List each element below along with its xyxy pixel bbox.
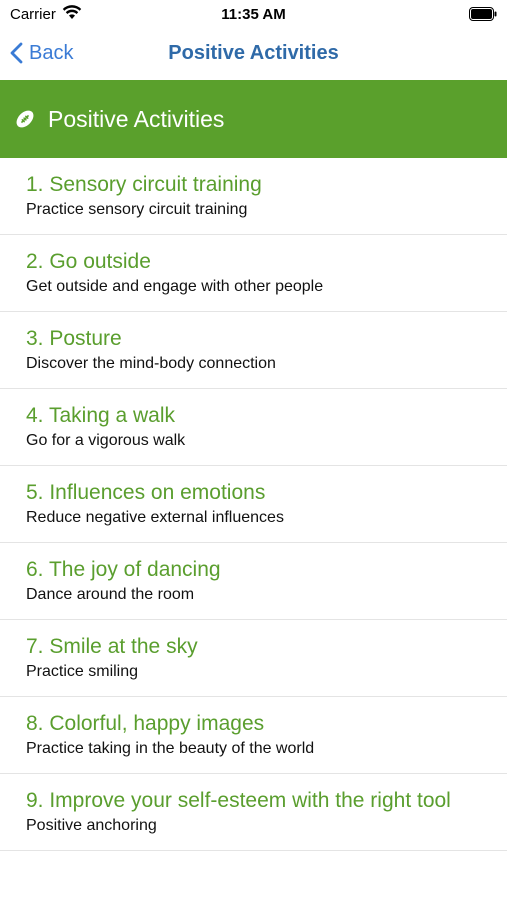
navigation-bar: Back Positive Activities	[0, 28, 507, 78]
item-subtitle: Reduce negative external influences	[26, 509, 284, 526]
battery-icon	[469, 7, 497, 26]
list-item[interactable]: 8. Colorful, happy images Practice takin…	[0, 697, 507, 774]
item-title: 1. Sensory circuit training	[26, 173, 262, 196]
list-item[interactable]: 7. Smile at the sky Practice smiling	[0, 620, 507, 697]
status-time: 11:35 AM	[221, 6, 286, 23]
list-item[interactable]: 6. The joy of dancing Dance around the r…	[0, 543, 507, 620]
item-subtitle: Positive anchoring	[26, 817, 157, 834]
section-title: Positive Activities	[48, 105, 225, 132]
item-subtitle: Practice smiling	[26, 663, 139, 680]
item-subtitle: Dance around the room	[26, 586, 195, 603]
list-item[interactable]: 4. Taking a walk Go for a vigorous walk	[0, 389, 507, 466]
nav-title: Positive Activities	[168, 42, 339, 64]
item-title: 8. Colorful, happy images	[26, 712, 265, 735]
item-title: 3. Posture	[26, 327, 122, 350]
activities-list: 1. Sensory circuit training Practice sen…	[0, 158, 507, 851]
list-item[interactable]: 2. Go outside Get outside and engage wit…	[0, 235, 507, 312]
section-header: Positive Activities	[0, 80, 507, 158]
item-subtitle: Practice taking in the beauty of the wor…	[26, 740, 315, 757]
list-item[interactable]: 5. Influences on emotions Reduce negativ…	[0, 466, 507, 543]
item-title: 2. Go outside	[26, 250, 151, 273]
item-title: 4. Taking a walk	[26, 404, 176, 427]
list-item[interactable]: 1. Sensory circuit training Practice sen…	[0, 158, 507, 235]
football-icon	[14, 108, 36, 130]
list-item[interactable]: 3. Posture Discover the mind-body connec…	[0, 312, 507, 389]
item-title: 5. Influences on emotions	[26, 481, 266, 504]
item-title: 6. The joy of dancing	[26, 558, 221, 581]
list-item[interactable]: 9. Improve your self-esteem with the rig…	[0, 774, 507, 851]
item-subtitle: Practice sensory circuit training	[26, 201, 248, 218]
item-subtitle: Go for a vigorous walk	[26, 432, 186, 449]
item-title: 9. Improve your self-esteem with the rig…	[26, 789, 451, 812]
item-subtitle: Discover the mind-body connection	[26, 355, 276, 372]
item-title: 7. Smile at the sky	[26, 635, 198, 658]
item-subtitle: Get outside and engage with other people	[26, 278, 324, 295]
status-bar: Carrier 11:35 AM	[0, 0, 507, 28]
